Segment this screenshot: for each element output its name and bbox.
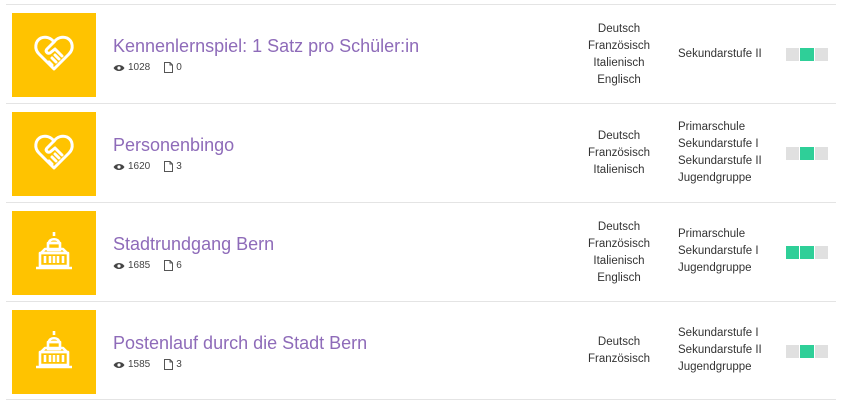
language-item: Französisch: [588, 40, 650, 52]
language-item: Französisch: [588, 353, 650, 365]
school-level-item: Jugendgruppe: [678, 361, 752, 373]
language-item: Deutsch: [597, 221, 641, 233]
language-item: Deutsch: [597, 336, 641, 348]
language-item: Italienisch: [593, 255, 645, 267]
level-indicator: [786, 147, 828, 160]
level-segment: [786, 48, 800, 61]
activity-stats: 1620 3: [113, 161, 182, 172]
document-icon: [164, 62, 174, 73]
level-segment: [786, 147, 800, 160]
view-count: 1620: [128, 161, 151, 172]
language-list: Deutsch Französisch Italienisch Englisch: [574, 219, 664, 287]
language-list: Deutsch Französisch: [574, 334, 664, 368]
school-level-item: Sekundarstufe I: [678, 138, 759, 150]
level-segment: [786, 246, 800, 259]
school-level-item: Primarschule: [678, 121, 746, 133]
activity-stats: 1028 0: [113, 62, 182, 73]
document-count: 3: [176, 359, 182, 370]
level-segment: [814, 147, 828, 160]
language-item: Französisch: [588, 147, 650, 159]
activity-stats: 1685 6: [113, 260, 182, 271]
activity-title-link[interactable]: Kennenlernspiel: 1 Satz pro Schüler:in: [113, 36, 419, 57]
activity-thumbnail[interactable]: [12, 112, 96, 196]
document-count: 0: [176, 62, 182, 73]
view-count: 1685: [128, 260, 151, 271]
language-list: Deutsch Französisch Italienisch: [574, 128, 664, 179]
level-segment: [814, 48, 828, 61]
document-icon: [164, 359, 174, 370]
level-segment: [814, 246, 828, 259]
activity-thumbnail[interactable]: [12, 211, 96, 295]
view-count: 1585: [128, 359, 151, 370]
level-segment: [800, 147, 814, 160]
language-item: Italienisch: [593, 164, 645, 176]
government-building-icon: [32, 229, 76, 278]
eye-icon: [113, 64, 125, 72]
activity-list: Kennenlernspiel: 1 Satz pro Schüler:in 1…: [6, 4, 836, 400]
level-indicator: [786, 246, 828, 259]
school-level-list: Sekundarstufe I Sekundarstufe II Jugendg…: [678, 325, 762, 376]
school-level-list: Sekundarstufe II: [678, 46, 762, 63]
language-item: Deutsch: [597, 23, 641, 35]
level-segment: [800, 345, 814, 358]
language-item: Englisch: [597, 74, 641, 86]
school-level-item: Jugendgruppe: [678, 262, 752, 274]
school-level-item: Sekundarstufe II: [678, 344, 762, 356]
school-level-item: Sekundarstufe II: [678, 48, 762, 60]
level-indicator: [786, 345, 828, 358]
list-item[interactable]: Postenlauf durch die Stadt Bern 1585 3 D…: [6, 301, 836, 400]
list-item[interactable]: Kennenlernspiel: 1 Satz pro Schüler:in 1…: [6, 4, 836, 103]
language-list: Deutsch Französisch Italienisch Englisch: [574, 21, 664, 89]
document-count: 6: [176, 260, 182, 271]
school-level-list: Primarschule Sekundarstufe I Sekundarstu…: [678, 119, 762, 187]
eye-icon: [113, 262, 125, 270]
heart-handshake-icon: [32, 130, 76, 179]
school-level-item: Jugendgruppe: [678, 172, 752, 184]
activity-title-link[interactable]: Personenbingo: [113, 135, 234, 156]
activity-title-link[interactable]: Stadtrundgang Bern: [113, 234, 274, 255]
level-segment: [800, 48, 814, 61]
document-icon: [164, 161, 174, 172]
activity-title-link[interactable]: Postenlauf durch die Stadt Bern: [113, 333, 367, 354]
list-item[interactable]: Stadtrundgang Bern 1685 6 Deutsch Franzö…: [6, 202, 836, 301]
language-item: Italienisch: [593, 57, 645, 69]
eye-icon: [113, 361, 125, 369]
school-level-item: Sekundarstufe I: [678, 245, 759, 257]
document-count: 3: [176, 161, 182, 172]
activity-stats: 1585 3: [113, 359, 182, 370]
eye-icon: [113, 163, 125, 171]
activity-thumbnail[interactable]: [12, 310, 96, 394]
school-level-list: Primarschule Sekundarstufe I Jugendgrupp…: [678, 226, 759, 277]
level-segment: [800, 246, 814, 259]
view-count: 1028: [128, 62, 151, 73]
heart-handshake-icon: [32, 31, 76, 80]
language-item: Englisch: [597, 272, 641, 284]
government-building-icon: [32, 328, 76, 377]
level-segment: [786, 345, 800, 358]
language-item: Französisch: [588, 238, 650, 250]
level-segment: [814, 345, 828, 358]
school-level-item: Primarschule: [678, 228, 746, 240]
document-icon: [164, 260, 174, 271]
list-item[interactable]: Personenbingo 1620 3 Deutsch Französisch…: [6, 103, 836, 202]
school-level-item: Sekundarstufe II: [678, 155, 762, 167]
language-item: Deutsch: [597, 130, 641, 142]
school-level-item: Sekundarstufe I: [678, 327, 759, 339]
level-indicator: [786, 48, 828, 61]
activity-thumbnail[interactable]: [12, 13, 96, 97]
